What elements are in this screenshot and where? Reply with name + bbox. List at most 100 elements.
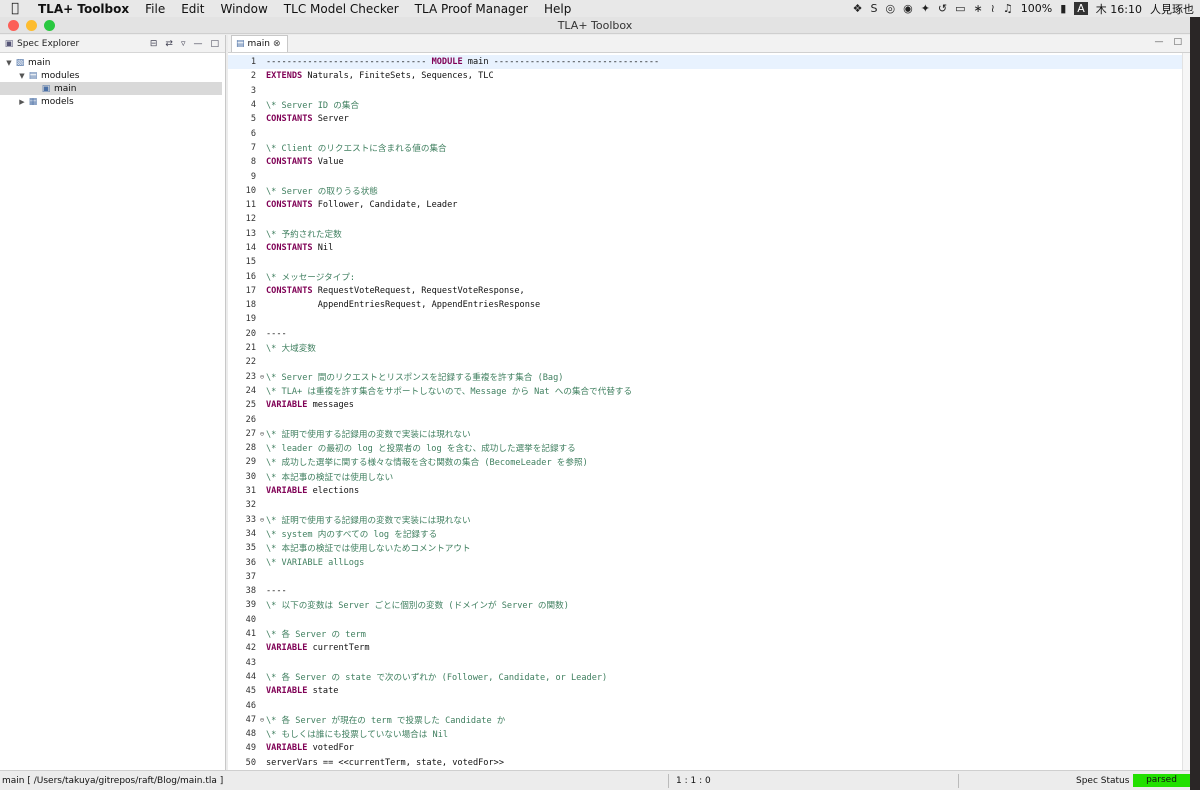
code-line[interactable]: 40 [228, 613, 1190, 627]
code-line[interactable]: 38 ---- [228, 584, 1190, 598]
code-line[interactable]: 17 CONSTANTS RequestVoteRequest, RequestV… [228, 284, 1190, 298]
code-line[interactable]: 8 CONSTANTS Value [228, 155, 1190, 169]
apple-icon[interactable]:  [0, 1, 30, 16]
line-number: 2 [250, 71, 256, 82]
code-line[interactable]: 50 serverVars == <<currentTerm, state, vo… [228, 756, 1190, 770]
code-line[interactable]: 6 [228, 126, 1190, 140]
airplay-icon[interactable]: ▭ [955, 2, 965, 15]
minimize-panel-icon[interactable]: — [193, 39, 202, 49]
link-editor-icon[interactable]: ⇄ [165, 39, 173, 49]
expand-arrow-icon[interactable]: ▼ [17, 72, 27, 80]
dropbox-icon[interactable]: ❖ [853, 2, 863, 15]
fold-toggle-icon[interactable]: ⊖ [258, 516, 266, 524]
code-line[interactable]: 3 [228, 84, 1190, 98]
skype-icon[interactable]: S [870, 2, 877, 15]
wifi-icon[interactable]: ≀ [991, 2, 995, 15]
code-line[interactable]: 28 \* leader の最初の log と投票者の log を含む、成功した選… [228, 441, 1190, 455]
code-line[interactable]: 10 \* Server の取りうる状態 [228, 184, 1190, 198]
code-line[interactable]: 23 ⊖ \* Server 間のリクエストとリスポンスを記録する重複を許す集合 (… [228, 370, 1190, 384]
menu-tla-proof-manager[interactable]: TLA Proof Manager [407, 2, 536, 16]
spec-status-badge[interactable]: parsed [1133, 774, 1190, 787]
fold-toggle-icon[interactable]: ⊖ [258, 373, 266, 381]
code-line[interactable]: 41 \* 各 Server の term [228, 627, 1190, 641]
code-line[interactable]: 14 CONSTANTS Nil [228, 241, 1190, 255]
user-name[interactable]: 人見琢也 [1150, 1, 1194, 17]
code-line[interactable]: 18 AppendEntriesRequest, AppendEntriesRe… [228, 298, 1190, 312]
code-line[interactable]: 2 EXTENDS Naturals, FiniteSets, Sequences… [228, 69, 1190, 83]
code-line[interactable]: 12 [228, 212, 1190, 226]
app-menu[interactable]: TLA+ Toolbox [30, 2, 137, 16]
code-editor[interactable]: 1 ------------------------------- MODULE … [228, 53, 1190, 770]
menu-tlc-model-checker[interactable]: TLC Model Checker [276, 2, 407, 16]
code-line[interactable]: 24 \* TLA+ は重複を許す集合をサポートしないので、Message から … [228, 384, 1190, 398]
code-line[interactable]: 15 [228, 255, 1190, 269]
code-line[interactable]: 29 \* 成功した選挙に関する様々な情報を含む関数の集合 (BecomeLead… [228, 455, 1190, 469]
code-line[interactable]: 36 \* VARIABLE allLogs [228, 555, 1190, 569]
collapse-arrow-icon[interactable]: ▶ [17, 98, 27, 106]
code-line[interactable]: 49 VARIABLE votedFor [228, 741, 1190, 755]
clock[interactable]: 木 16:10 [1096, 1, 1142, 17]
menu-edit[interactable]: Edit [173, 2, 212, 16]
line-number: 14 [245, 243, 256, 253]
code-line[interactable]: 43 [228, 655, 1190, 669]
code-line[interactable]: 21 \* 大域変数 [228, 341, 1190, 355]
volume-icon[interactable]: ♫ [1003, 2, 1013, 15]
vertical-scrollbar[interactable] [1182, 53, 1190, 770]
code-line[interactable]: 27 ⊖ \* 証明で使用する記録用の変数で実装には現れない [228, 427, 1190, 441]
tree-item[interactable]: ▼ ▧ main [0, 56, 225, 69]
status-app-icon[interactable]: ◉ [903, 2, 913, 15]
maximize-panel-icon[interactable]: □ [210, 39, 219, 49]
code-line[interactable]: 16 \* メッセージタイプ: [228, 269, 1190, 283]
code-line[interactable]: 30 \* 本記事の検証では使用しない [228, 470, 1190, 484]
collapse-all-icon[interactable]: ⊟ [150, 39, 158, 49]
code-line[interactable]: 42 VARIABLE currentTerm [228, 641, 1190, 655]
time-machine-icon[interactable]: ↺ [938, 2, 947, 15]
menu-window[interactable]: Window [212, 2, 275, 16]
code-line[interactable]: 11 CONSTANTS Follower, Candidate, Leader [228, 198, 1190, 212]
tree-item[interactable]: ▶ ▦ models [0, 95, 225, 108]
code-line[interactable]: 47 ⊖ \* 各 Server が現在の term で投票した Candidate… [228, 713, 1190, 727]
code-line[interactable]: 1 ------------------------------- MODULE … [228, 55, 1190, 70]
tree-item[interactable]: ▼ ▤ modules [0, 69, 225, 82]
code-line[interactable]: 20 ---- [228, 327, 1190, 341]
code-line[interactable]: 48 \* もしくは誰にも投票していない場合は Nil [228, 727, 1190, 741]
fold-toggle-icon[interactable]: ⊖ [258, 430, 266, 438]
code-line[interactable]: 34 \* system 内のすべての log を記録する [228, 527, 1190, 541]
code-line[interactable]: 7 \* Client のリクエストに含まれる値の集合 [228, 141, 1190, 155]
code-line[interactable]: 5 CONSTANTS Server [228, 112, 1190, 126]
fold-toggle-icon[interactable]: ⊖ [258, 716, 266, 724]
view-menu-icon[interactable]: ▿ [181, 39, 186, 49]
code-line[interactable]: 46 [228, 698, 1190, 712]
tool-icon[interactable]: ✦ [921, 2, 930, 15]
line-number: 32 [245, 500, 256, 511]
input-method[interactable]: A [1074, 2, 1088, 15]
code-line[interactable]: 13 \* 予約された定数 [228, 227, 1190, 241]
code-line[interactable]: 35 \* 本記事の検証では使用しないためコメントアウト [228, 541, 1190, 555]
close-tab-icon[interactable]: ⊗ [273, 39, 281, 49]
battery-percent[interactable]: 100% [1021, 2, 1052, 15]
code-line[interactable]: 32 [228, 498, 1190, 512]
code-line[interactable]: 19 [228, 312, 1190, 326]
bluetooth-icon[interactable]: ∗ [974, 2, 983, 15]
code-line[interactable]: 44 \* 各 Server の state で次のいずれか (Follower,… [228, 670, 1190, 684]
code-line[interactable]: 26 [228, 412, 1190, 426]
tab-main[interactable]: ▤ main ⊗ [231, 35, 288, 52]
maximize-editor-icon[interactable]: □ [1173, 37, 1182, 47]
code-line[interactable]: 4 \* Server ID の集合 [228, 98, 1190, 112]
battery-icon[interactable]: ▮ [1060, 2, 1066, 15]
tree-item[interactable]: ▣ main [0, 82, 222, 95]
code-line[interactable]: 25 VARIABLE messages [228, 398, 1190, 412]
expand-arrow-icon[interactable]: ▼ [4, 59, 14, 67]
code-line[interactable]: 9 [228, 169, 1190, 183]
code-line[interactable]: 37 [228, 570, 1190, 584]
code-line[interactable]: 39 \* 以下の変数は Server ごとに個別の変数 (ドメインが Serve… [228, 598, 1190, 612]
code-line[interactable]: 31 VARIABLE elections [228, 484, 1190, 498]
menu-file[interactable]: File [137, 2, 173, 16]
menu-help[interactable]: Help [536, 2, 579, 16]
spec-explorer-header: ▣ Spec Explorer ⊟ ⇄ ▿ — □ [0, 35, 225, 53]
sync-icon[interactable]: ◎ [885, 2, 895, 15]
minimize-editor-icon[interactable]: — [1154, 37, 1163, 47]
code-line[interactable]: 33 ⊖ \* 証明で使用する記録用の変数で実装には現れない [228, 513, 1190, 527]
code-line[interactable]: 45 VARIABLE state [228, 684, 1190, 698]
code-line[interactable]: 22 [228, 355, 1190, 369]
